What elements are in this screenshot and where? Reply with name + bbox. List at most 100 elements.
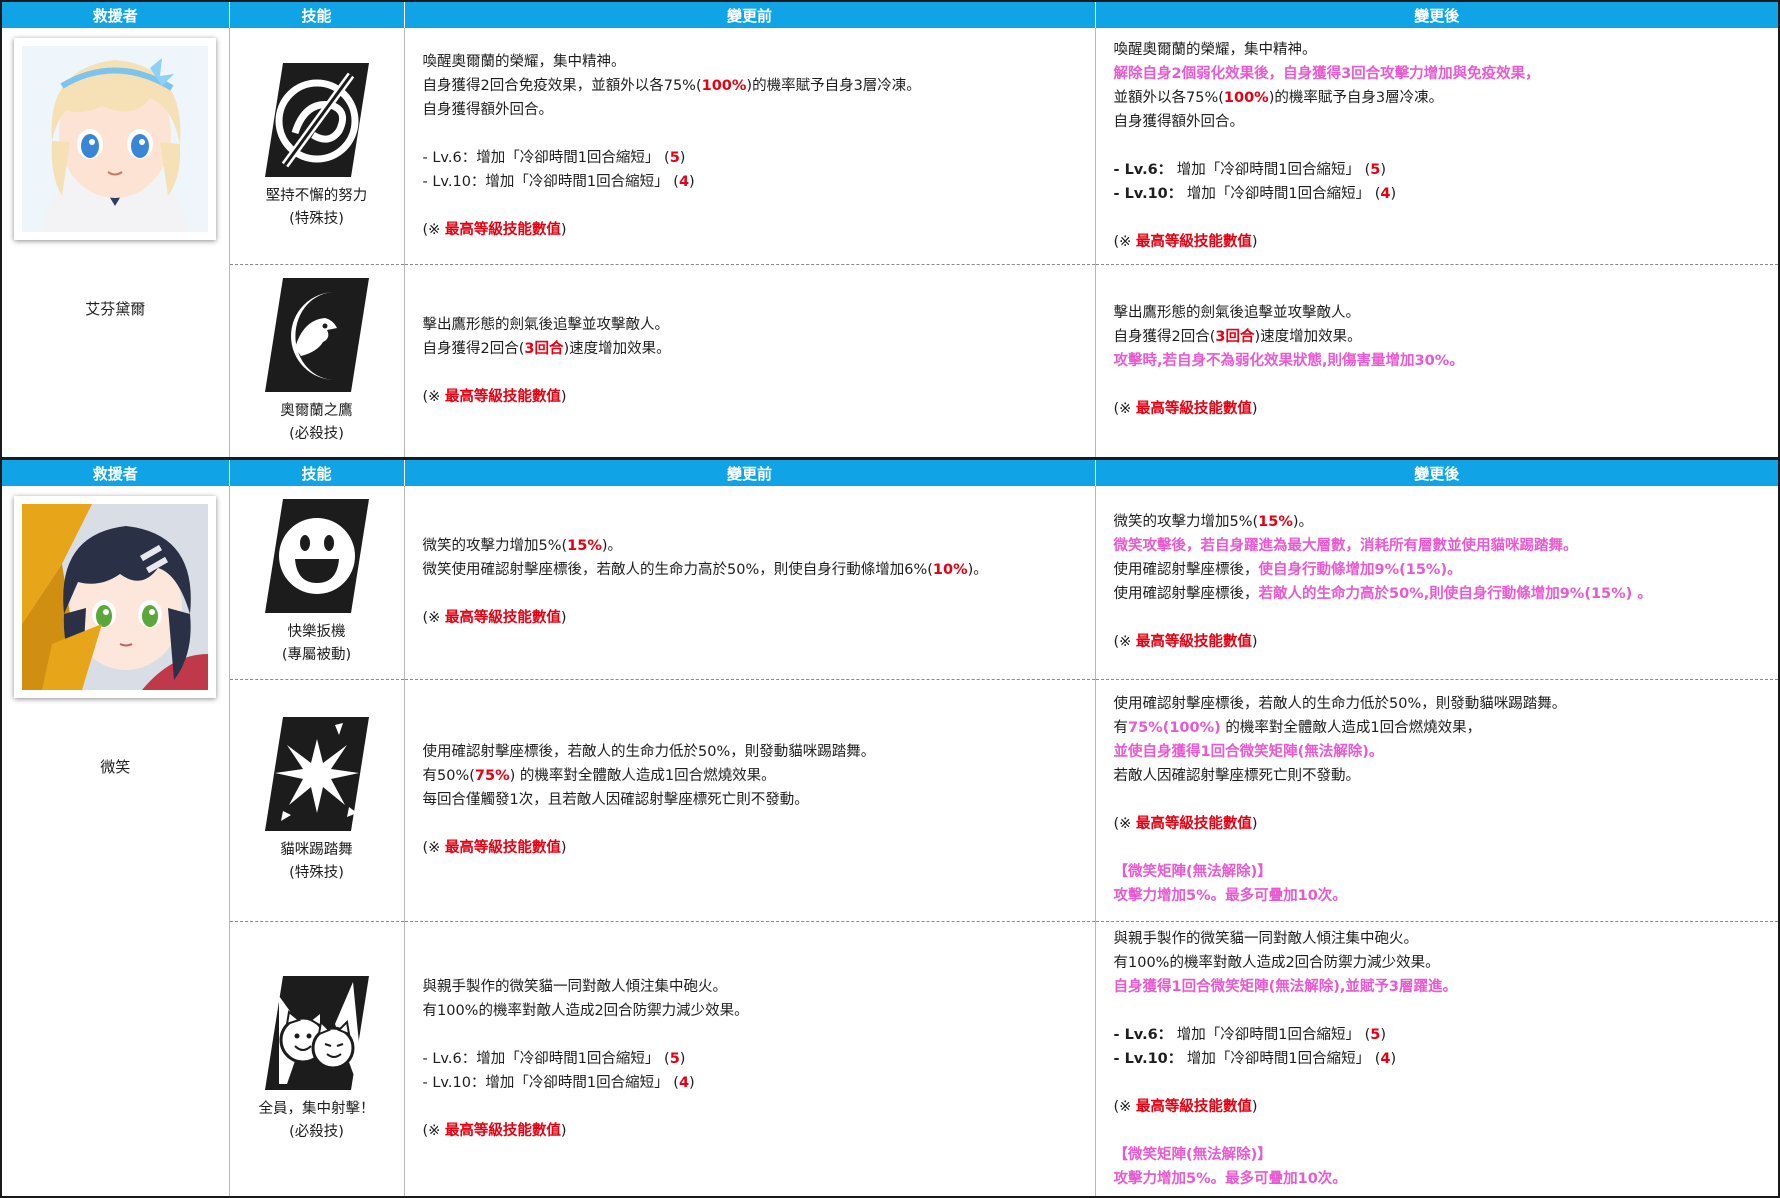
description-line [1114,836,1779,860]
description-text: 攻擊時,若自身不為弱化效果狀態,則傷害量增加30%。 [1113,352,1464,369]
character-portrait [14,38,217,240]
description-text: 擊出鷹形態的劍氣後追擊並攻擊敵人。 [422,316,670,333]
description-line: (※ 最高等級技能數值) [423,385,1095,409]
description-text: - Lv.10：增加「冷卻時間1回合縮短」 ( [422,173,679,190]
description-text: - Lv.6：增加「冷卻時間1回合縮短」 ( [422,1050,670,1067]
header-rescuer: 救援者 [2,2,229,28]
description-line [1114,373,1779,397]
skill-row: 艾芬黛爾 堅持不懈的努力 (特殊技) 喚醒奧爾蘭的榮耀，集中精神。 自身獲得2回… [2,28,1778,457]
description-line [423,812,1095,836]
character-cell: 微笑 [2,486,230,1196]
description-text: ) [560,388,567,405]
skill-type: (必殺技) [289,1123,344,1140]
description-text: 微笑攻擊後，若自身躍進為最大層數，消耗所有層數並使用貓咪踢踏舞。 [1113,538,1578,555]
description-text: 自身獲得額外回合。 [1113,113,1245,130]
description-text: 若敵人因確認射擊座標死亡則不發動。 [1113,768,1361,784]
description-text: 使用確認射擊座標後，若敵人的生命力低於50%，則發動貓咪踢踏舞。 [1113,696,1567,712]
description-text: 微笑的攻擊力增加5%( [422,538,568,555]
description-text: 每回合僅觸發1次，且若敵人因確認射擊座標死亡則不發動。 [422,792,809,808]
description-line: 微笑的攻擊力增加5%(15%)。 [1114,510,1779,534]
description-line: - Lv.6：增加「冷卻時間1回合縮短」 (5) [423,146,1095,170]
description-text: 微笑使用確認射擊座標後，若敵人的生命力高於50%，則使自身行動條增加6%( [422,562,933,579]
description-line: 微笑攻擊後，若自身躍進為最大層數，消耗所有層數並使用貓咪踢踏舞。 [1114,534,1779,558]
description-line: 使用確認射擊座標後，若敵人的生命力高於50%,則使自身行動條增加9%(15%) … [1114,582,1779,606]
description-text: 有50%( [422,768,475,784]
description-text: 自身獲得1回合微笑矩陣(無法解除),並賦予3層躍進。 [1113,978,1457,995]
eagle-crescent-icon [264,276,369,394]
description-text: 有100%的機率對敵人造成2回合防禦力減少效果。 [1113,954,1440,971]
description-line [1114,1119,1779,1143]
description-text: ) [1380,161,1387,178]
description-text: 【微笑矩陣(無法解除)】 [1113,1146,1272,1163]
description-text: ) [679,149,686,166]
description-line [423,194,1095,218]
description-line [423,1095,1095,1119]
description-text: ) [560,221,567,238]
description-text: (※ [1113,634,1136,651]
description-text: 若敵人的生命力高於50%,則使自身行動條增加9%(15%) 。 [1258,586,1652,603]
description-text: 最高等級技能數值 [1135,233,1252,250]
description-text: 使用確認射擊座標後， [1113,586,1259,603]
description-text: 3回合 [524,340,564,357]
description-text: 100% [1223,89,1269,106]
skill-change-table: 救援者 技能 變更前 變更後 [2,2,1778,457]
skill-name: 快樂扳機 [287,624,346,641]
burst-explosion-icon [264,715,369,833]
description-text: - Lv.6： [1113,1026,1173,1043]
description-text: 75%(100%) [1128,720,1221,736]
description-text: 增加「冷卻時間1回合縮短」 ( [1182,185,1381,202]
description-line: 【微笑矩陣(無法解除)】 [1114,860,1779,884]
description-text: )的機率賦予自身3層冷凍。 [746,77,921,94]
description-text: ) [679,1050,686,1067]
description-text: (※ [422,610,445,627]
description-line: 擊出鷹形態的劍氣後追擊並攻擊敵人。 [1114,301,1779,325]
description-line: 自身獲得2回合(3回合)速度增加效果。 [423,337,1095,361]
description-text: - Lv.10： [1113,185,1183,202]
description-text: 3回合 [1215,328,1255,345]
skill-cell: 堅持不懈的努力 (特殊技) [229,28,405,264]
blonde-girl-portrait [22,46,209,232]
skill-type: (必殺技) [289,425,344,442]
description-text: 4 [678,173,690,190]
description-text: 4 [1380,1050,1391,1067]
description-line: 與親手製作的微笑貓一同對敵人傾注集中砲火。 [423,975,1095,999]
description-text: 攻擊力增加5%。最多可疊加10次。 [1113,888,1347,904]
description-line: 使用確認射擊座標後，使自身行動條增加9%(15%)。 [1114,558,1779,582]
description-line: 並額外以各75%(100%)的機率賦予自身3層冷凍。 [1114,86,1779,110]
skill-cell: 全員，集中射擊！ (必殺技) [229,920,405,1196]
description-text: 4 [678,1074,690,1091]
description-line: 自身獲得2回合免疫效果，並額外以各75%(100%)的機率賦予自身3層冷凍。 [423,74,1095,98]
description-line: 【微笑矩陣(無法解除)】 [1114,1143,1779,1167]
description-text: 增加「冷卻時間1回合縮短」 ( [1182,1050,1381,1067]
description-line: (※ 最高等級技能數值) [1114,1095,1779,1119]
character-name: 微笑 [100,758,131,776]
description-line: 有100%的機率對敵人造成2回合防禦力減少效果。 [423,999,1095,1023]
description-line [1114,606,1779,630]
before-description: 擊出鷹形態的劍氣後追擊並攻擊敵人。自身獲得2回合(3回合)速度增加效果。 (※ 最… [404,263,1096,457]
description-line [423,1023,1095,1047]
description-text: )。 [967,562,988,579]
description-text: 15% [567,538,602,555]
description-text: (※ [422,1122,445,1139]
table-header-row: 救援者 技能 變更前 變更後 [2,460,1778,486]
description-line [423,122,1095,146]
before-description: 微笑的攻擊力增加5%(15% )。 微笑使用確認射擊座標後，若敵人的生命力高於50%… [404,486,1096,679]
description-text: ) [1390,185,1397,202]
dark-haired-girl-portrait [22,504,209,690]
skill-cell: 貓咪踢踏舞 (特殊技) [229,678,405,921]
description-line: - Lv.10： 增加「冷卻時間1回合縮短」 (4) [1114,182,1779,206]
before-description: 喚醒奧爾蘭的榮耀，集中精神。 自身獲得2回合免疫效果，並額外以各75%(100%)… [404,28,1096,264]
description-line: (※ 最高等級技能數值) [1114,812,1779,836]
description-text: 的機率對全體敵人造成1回合燃燒效果， [1220,720,1482,736]
skill-row: 貓咪踢踏舞 (特殊技) 使用確認射擊座標後，若敵人的生命力低於50%，則發動貓咪… [2,678,1779,921]
description-line [1114,206,1779,230]
skill-cell: 奧爾蘭之鷹 (必殺技) [229,263,405,457]
description-line: 自身獲得額外回合。 [423,98,1095,122]
description-line [423,582,1095,606]
description-text: 【微笑矩陣(無法解除)】 [1113,864,1272,880]
after-description: 喚醒奧爾蘭的榮耀，集中精神。 解除自身2個弱化效果後，自身獲得3回合攻擊力增加與免… [1095,28,1778,264]
character-cell: 艾芬黛爾 [2,28,230,457]
description-line: - Lv.10：增加「冷卻時間1回合縮短」 (4) [423,1071,1095,1095]
description-line: - Lv.6：增加「冷卻時間1回合縮短」 (5) [423,1047,1095,1071]
description-text: (※ [1113,816,1136,832]
